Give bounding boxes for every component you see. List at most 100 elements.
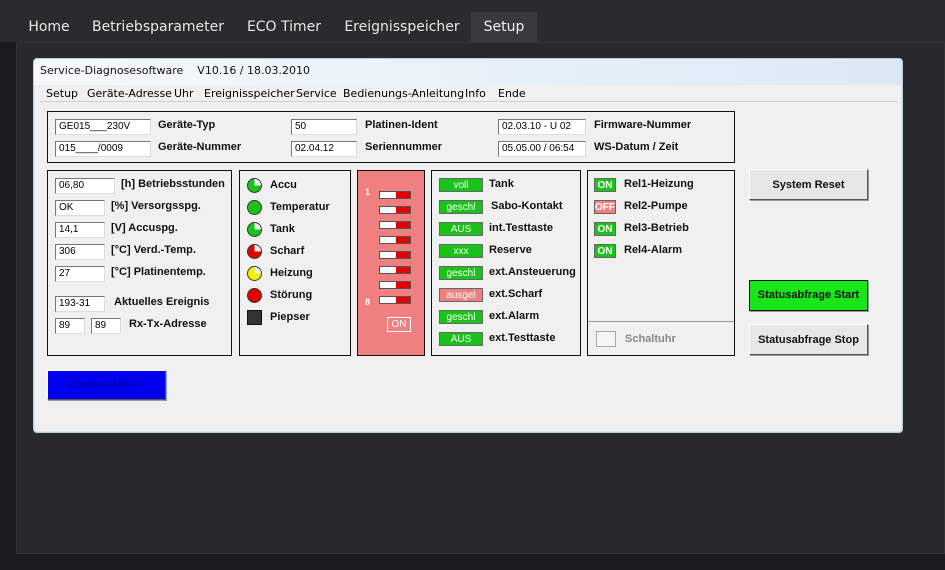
top-navigation: Home Betriebsparameter ECO Timer Ereigni… — [0, 0, 945, 43]
ext-alarm-status: geschl — [439, 310, 483, 324]
direkt-hilfe-button[interactable]: Direkt-Hilfe ? — [47, 370, 166, 400]
rel1-label: Rel1-Heizung — [624, 178, 694, 190]
dip-switch-2[interactable] — [379, 206, 411, 214]
status-stop-button[interactable]: Statusabfrage Stop — [749, 324, 868, 355]
input-status-frame: voll Tank geschl Sabo-Kontakt AUS int.Te… — [431, 170, 581, 356]
tank-input-label: Tank — [489, 178, 514, 190]
ext-testtaste-label: ext.Testtaste — [489, 332, 556, 344]
seriennummer-field[interactable]: 02.04.12 — [291, 141, 357, 157]
menu-ereignisspeicher[interactable]: Ereignisspeicher — [204, 87, 295, 100]
betriebsstunden-label: [h] Betriebsstunden — [121, 178, 225, 190]
temperatur-label: Temperatur — [270, 201, 330, 213]
ws-datum-field[interactable]: 05.05.00 / 06:54 — [498, 141, 586, 157]
led-frame: Accu Temperatur Tank Scharf Heizung Stör… — [239, 170, 351, 356]
menu-service[interactable]: Service — [296, 87, 337, 100]
device-info-frame: GE015___230V Geräte-Typ 015____/0009 Ger… — [47, 111, 735, 163]
dip-first-label: 1 — [365, 187, 371, 197]
geraete-nummer-field[interactable]: 015____/0009 — [55, 141, 151, 157]
int-testtaste-label: int.Testtaste — [489, 222, 553, 234]
versorgsspg-label: [%] Versorgsspg. — [111, 200, 201, 212]
ext-scharf-status: ausgel — [439, 288, 483, 302]
ext-scharf-label: ext.Scharf — [489, 288, 543, 300]
heizung-partial-icon — [247, 266, 262, 281]
tank-partial-icon — [247, 222, 262, 237]
ereignis-label: Aktuelles Ereignis — [114, 296, 210, 308]
accuspg-field[interactable]: 14,1 — [55, 222, 105, 238]
tx-address-field[interactable]: 89 — [91, 318, 121, 334]
schaltuhr-checkbox[interactable] — [596, 331, 616, 347]
piepser-label: Piepser — [270, 311, 310, 323]
system-reset-button[interactable]: System Reset — [749, 169, 868, 200]
seriennummer-label: Seriennummer — [365, 141, 443, 153]
rel3-state: ON — [594, 222, 616, 236]
firmware-label: Firmware-Nummer — [594, 119, 692, 131]
verd-temp-field[interactable]: 306 — [55, 244, 105, 260]
platinentemp-field[interactable]: 27 — [55, 266, 105, 282]
int-testtaste-status: AUS — [439, 222, 483, 236]
betriebsstunden-field[interactable]: 06,80 — [55, 178, 115, 194]
relay-frame: ON Rel1-Heizung OFF Rel2-Pumpe ON Rel3-B… — [587, 170, 735, 356]
piepser-square-icon — [247, 310, 262, 325]
rel2-label: Rel2-Pumpe — [624, 200, 688, 212]
rel2-state: OFF — [594, 200, 616, 214]
dip-switch-6[interactable] — [379, 266, 411, 274]
firmware-field[interactable]: 02.03.10 - U 02 — [498, 119, 586, 135]
window-title: Service-Diagnosesoftware V10.16 / 18.03.… — [40, 64, 310, 77]
stoerung-label: Störung — [270, 289, 313, 301]
dip-switch-3[interactable] — [379, 221, 411, 229]
accu-partial-icon — [247, 178, 262, 193]
reserve-status: xxx — [439, 244, 483, 258]
heizung-label: Heizung — [270, 267, 313, 279]
measurement-frame: 06,80 [h] Betriebsstunden OK [%] Versorg… — [47, 170, 232, 356]
menu-bedienungs-anleitung[interactable]: Bedienungs-Anleitung — [343, 87, 464, 100]
tab-home[interactable]: Home — [17, 12, 81, 43]
sabo-kontakt-label: Sabo-Kontakt — [491, 200, 563, 212]
geraete-typ-field[interactable]: GE015___230V — [55, 119, 151, 135]
rxtx-label: Rx-Tx-Adresse — [129, 318, 207, 330]
geraete-nummer-label: Geräte-Nummer — [158, 141, 242, 153]
menu-ende[interactable]: Ende — [498, 87, 526, 100]
dip-on-label: ON — [387, 317, 411, 332]
tab-betriebsparameter[interactable]: Betriebsparameter — [88, 12, 228, 43]
rel4-label: Rel4-Alarm — [624, 244, 683, 256]
dip-switch-5[interactable] — [379, 251, 411, 259]
stoerung-led-icon — [247, 288, 262, 303]
dip-switch-1[interactable] — [379, 191, 411, 199]
ext-ansteuerung-status: geschl — [439, 266, 483, 280]
rx-address-field[interactable]: 89 — [55, 318, 85, 334]
menu-uhr[interactable]: Uhr — [174, 87, 194, 100]
platinen-ident-field[interactable]: 50 — [291, 119, 357, 135]
menu-setup[interactable]: Setup — [46, 87, 78, 100]
rel3-label: Rel3-Betrieb — [624, 222, 689, 234]
relay-divider — [588, 321, 734, 322]
ws-datum-label: WS-Datum / Zeit — [594, 141, 679, 153]
tab-ereignisspeicher[interactable]: Ereignisspeicher — [340, 12, 464, 43]
window-titlebar[interactable]: Service-Diagnosesoftware V10.16 / 18.03.… — [34, 59, 902, 85]
platinen-ident-label: Platinen-Ident — [365, 119, 438, 131]
dip-switch-8[interactable] — [379, 296, 411, 304]
dip-switch-frame: 1 8 ON — [357, 170, 425, 356]
dip-switch-7[interactable] — [379, 281, 411, 289]
tab-eco-timer[interactable]: ECO Timer — [236, 12, 332, 43]
rel1-state: ON — [594, 178, 616, 192]
menu-bar: Setup Geräte-Adresse Uhr Ereignisspeiche… — [40, 85, 898, 102]
geraete-typ-label: Geräte-Typ — [158, 119, 216, 131]
dip-last-label: 8 — [365, 297, 371, 307]
menu-info[interactable]: Info — [465, 87, 486, 100]
versorgsspg-field[interactable]: OK — [55, 200, 105, 216]
menu-geraete-adresse[interactable]: Geräte-Adresse — [87, 87, 172, 100]
status-start-button[interactable]: Statusabfrage Start — [749, 280, 868, 311]
dip-switch-4[interactable] — [379, 236, 411, 244]
sabo-kontakt-status: geschl — [439, 200, 483, 214]
accu-label: Accu — [270, 179, 297, 191]
scharf-partial-icon — [247, 244, 262, 259]
tab-setup[interactable]: Setup — [471, 12, 537, 43]
ereignis-field[interactable]: 193-31 — [55, 296, 105, 312]
temperatur-led-icon — [247, 200, 262, 215]
tank-status: voll — [439, 178, 483, 192]
schaltuhr-label: Schaltuhr — [625, 333, 676, 345]
platinentemp-label: [°C] Platinentemp. — [111, 266, 206, 278]
reserve-label: Reserve — [489, 244, 532, 256]
tank-label: Tank — [270, 223, 295, 235]
accuspg-label: [V] Accuspg. — [111, 222, 178, 234]
